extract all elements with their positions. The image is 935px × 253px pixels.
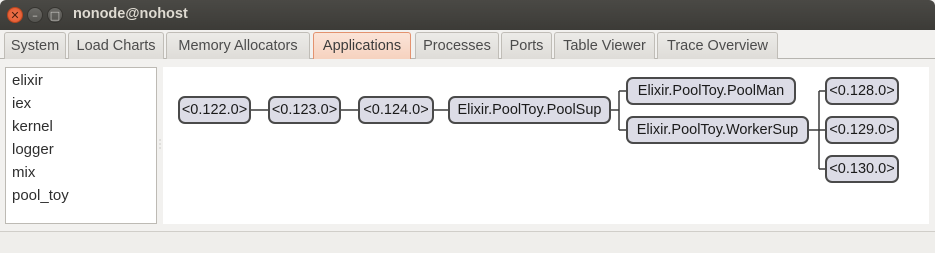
process-node-0-130-0[interactable]: <0.130.0> (825, 155, 899, 183)
list-item-mix[interactable]: mix (6, 161, 156, 184)
tab-memory-allocators[interactable]: Memory Allocators (166, 32, 310, 59)
process-node-worker-sup[interactable]: Elixir.PoolToy.WorkerSup (626, 116, 809, 144)
maximize-window-button[interactable]: □ (47, 7, 63, 23)
process-node-pool-sup[interactable]: Elixir.PoolToy.PoolSup (448, 96, 611, 124)
list-item-logger[interactable]: logger (6, 138, 156, 161)
tree-connectors (251, 90, 825, 170)
minimize-icon: – (32, 8, 38, 22)
tab-bar: System Load Charts Memory Allocators App… (0, 30, 935, 59)
title-bar: ✕ – □ nonode@nohost (0, 0, 935, 30)
process-node-0-128-0[interactable]: <0.128.0> (825, 77, 899, 105)
applications-panel: elixir iex kernel logger mix pool_toy · ·… (0, 59, 935, 231)
process-node-0-122-0[interactable]: <0.122.0> (178, 96, 251, 124)
tab-processes[interactable]: Processes (415, 32, 499, 59)
list-item-iex[interactable]: iex (6, 92, 156, 115)
tab-table-viewer[interactable]: Table Viewer (554, 32, 655, 59)
tab-load-charts[interactable]: Load Charts (68, 32, 164, 59)
tab-ports[interactable]: Ports (501, 32, 552, 59)
close-window-button[interactable]: ✕ (7, 7, 23, 23)
process-tree-canvas[interactable]: <0.122.0> <0.123.0> <0.124.0> Elixir.Poo… (163, 67, 929, 224)
process-node-0-123-0[interactable]: <0.123.0> (268, 96, 341, 124)
maximize-icon: □ (49, 8, 61, 22)
status-bar (0, 231, 935, 253)
list-item-pool-toy[interactable]: pool_toy (6, 184, 156, 207)
tab-system[interactable]: System (4, 32, 66, 59)
tab-trace-overview[interactable]: Trace Overview (657, 32, 778, 59)
minimize-window-button[interactable]: – (27, 7, 43, 23)
close-icon: ✕ (10, 8, 20, 22)
process-node-0-129-0[interactable]: <0.129.0> (825, 116, 899, 144)
tab-applications[interactable]: Applications (313, 32, 411, 59)
process-node-pool-man[interactable]: Elixir.PoolToy.PoolMan (626, 77, 796, 105)
application-list[interactable]: elixir iex kernel logger mix pool_toy (5, 67, 157, 224)
list-item-elixir[interactable]: elixir (6, 69, 156, 92)
list-item-kernel[interactable]: kernel (6, 115, 156, 138)
window-title: nonode@nohost (73, 6, 188, 22)
process-node-0-124-0[interactable]: <0.124.0> (358, 96, 434, 124)
